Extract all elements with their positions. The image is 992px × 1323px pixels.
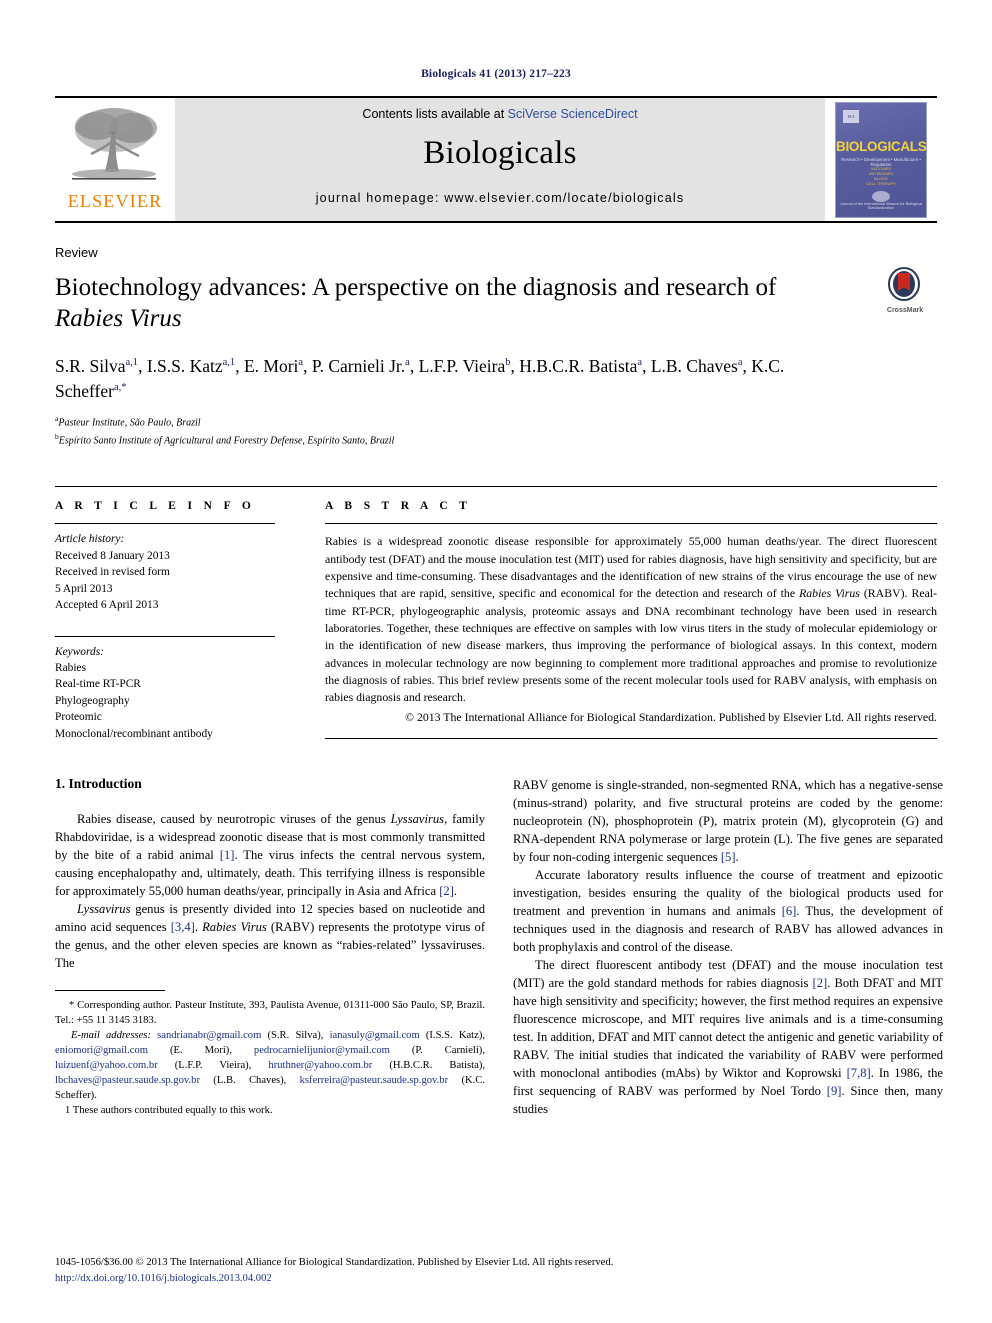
- keyword-item: Real-time RT-PCR: [55, 678, 141, 691]
- sciencedirect-link[interactable]: SciVerse ScienceDirect: [508, 107, 638, 121]
- keyword-item: Proteomic: [55, 711, 102, 724]
- crossmark-label: CrossMark: [886, 306, 924, 314]
- cover-footer: Journal of the International Alliance fo…: [840, 201, 922, 210]
- cover-seal-icon: [872, 190, 890, 202]
- footnote-emails: E-mail addresses: sandrianabr@gmail.com …: [55, 1028, 485, 1103]
- right-column: RABV genome is single-stranded, non-segm…: [513, 776, 943, 1118]
- history-label: Article history:: [55, 533, 125, 546]
- keyword-item: Phylogeography: [55, 694, 130, 707]
- history-item: 5 April 2013: [55, 582, 113, 595]
- elsevier-wordmark: ELSEVIER: [67, 191, 163, 211]
- history-item: Received 8 January 2013: [55, 549, 170, 562]
- article-info-column: A R T I C L E I N F O Article history: R…: [55, 500, 303, 742]
- keywords-label: Keywords:: [55, 645, 104, 658]
- abstract-text: Rabies is a widespread zoonotic disease …: [325, 533, 937, 706]
- abstract-divider: [325, 523, 937, 525]
- info-abstract-block: A R T I C L E I N F O Article history: R…: [55, 486, 937, 742]
- abstract-bottom-divider: [325, 738, 937, 740]
- email-owner: (P. Carnieli): [389, 1045, 483, 1057]
- email-link[interactable]: hruthner@yahoo.com.br: [268, 1060, 372, 1071]
- info-divider: [55, 523, 275, 525]
- page-footer: 1045-1056/$36.00 © 2013 The Internationa…: [55, 1255, 937, 1287]
- paragraph: RABV genome is single-stranded, non-segm…: [513, 778, 943, 865]
- paper-page: Biologicals 41 (2013) 217–223 ELSEVIER C…: [0, 0, 992, 1323]
- abstract-italic: Rabies Virus: [799, 586, 860, 601]
- left-column: 1. Introduction Rabies disease, caused b…: [55, 776, 485, 1118]
- email-link[interactable]: ianasuly@gmail.com: [330, 1030, 420, 1041]
- email-link[interactable]: sandrianabr@gmail.com: [157, 1030, 261, 1041]
- article-header: Review CrossMark Biotechnology advances:…: [55, 245, 937, 448]
- cover-title: BIOLOGICALS: [836, 138, 927, 154]
- paragraph: Accurate laboratory results influence th…: [513, 868, 943, 955]
- paragraph: The direct fluorescent antibody test (DF…: [513, 958, 944, 1117]
- author-list: S.R. Silvaa,1, I.S.S. Katza,1, E. Moria,…: [55, 356, 785, 402]
- keywords-list: Keywords: Rabies Real-time RT-PCR Phylog…: [55, 644, 275, 743]
- corresponding-author-text: * Corresponding author. Pasteur Institut…: [55, 1000, 485, 1027]
- footer-copyright: 1045-1056/$36.00 © 2013 The Internationa…: [55, 1257, 614, 1269]
- email-link[interactable]: eniomori@gmail.com: [55, 1045, 148, 1056]
- email-link[interactable]: luizuenf@yahoo.com.br: [55, 1060, 158, 1071]
- email-owner: (L.B. Chaves): [200, 1075, 284, 1087]
- running-head: Biologicals 41 (2013) 217–223: [421, 68, 571, 80]
- title-main: Biotechnology advances: A perspective on…: [55, 274, 777, 301]
- contents-prefix: Contents lists available at: [362, 107, 508, 121]
- email-owner: (S.R. Silva): [261, 1030, 321, 1042]
- equal-contribution-text: 1 These authors contributed equally to t…: [65, 1105, 273, 1117]
- email-owner: (E. Mori): [148, 1045, 230, 1057]
- email-link[interactable]: ksferreira@pasteur.saude.sp.gov.br: [300, 1075, 449, 1086]
- journal-masthead: ELSEVIER Contents lists available at Sci…: [55, 96, 937, 223]
- article-history: Article history: Received 8 January 2013…: [55, 531, 275, 613]
- affiliation-b: bEspírito Santo Institute of Agricultura…: [55, 431, 395, 446]
- keywords-divider: [55, 635, 275, 637]
- affiliation-b-text: Espírito Santo Institute of Agricultural…: [58, 434, 395, 446]
- cover-topic-lines: VACCINES ANTIBODIES BLOOD CELL THERAPY: [866, 165, 896, 186]
- journal-homepage[interactable]: journal homepage: www.elsevier.com/locat…: [316, 191, 685, 205]
- crossmark-badge[interactable]: CrossMark: [871, 267, 937, 319]
- contents-available-line: Contents lists available at SciVerse Sci…: [362, 107, 637, 121]
- article-type: Review: [55, 245, 98, 260]
- email-link[interactable]: lbchaves@pasteur.saude.sp.gov.br: [55, 1075, 200, 1086]
- journal-cover: ELS BIOLOGICALS Research • Development •…: [825, 98, 937, 221]
- abstract-heading: A B S T R A C T: [325, 500, 472, 513]
- journal-cover-image: ELS BIOLOGICALS Research • Development •…: [835, 101, 927, 218]
- history-item: Accepted 6 April 2013: [55, 599, 159, 612]
- email-owner: (L.F.P. Vieira): [157, 1060, 249, 1072]
- section-heading-introduction: 1. Introduction: [55, 776, 142, 792]
- footnote-equal-contribution: 1 These authors contributed equally to t…: [55, 1103, 485, 1118]
- affiliation-a-text: Pasteur Institute, São Paulo, Brazil: [58, 417, 201, 429]
- email-addresses-label: E-mail addresses:: [71, 1030, 151, 1042]
- history-item: Received in revised form: [55, 566, 170, 579]
- page-title: Biotechnology advances: A perspective on…: [55, 272, 825, 334]
- title-italic-part: Rabies Virus: [55, 305, 182, 332]
- email-owner: (H.B.C.R. Batista): [372, 1060, 483, 1072]
- affiliation-a: aPasteur Institute, São Paulo, Brazil: [55, 413, 201, 429]
- elsevier-logo: ELSEVIER: [55, 98, 175, 221]
- footer-doi[interactable]: http://dx.doi.org/10.1016/j.biologicals.…: [55, 1271, 937, 1287]
- email-owner: (I.S.S. Katz): [419, 1030, 483, 1042]
- paragraph: Rabies disease, caused by neurotropic vi…: [55, 812, 485, 899]
- footnote-corresponding-author: * Corresponding author. Pasteur Institut…: [55, 998, 485, 1028]
- keywords-block: Keywords: Rabies Real-time RT-PCR Phylog…: [55, 635, 275, 743]
- masthead-center: Contents lists available at SciVerse Sci…: [175, 98, 825, 221]
- journal-name: Biologicals: [423, 135, 577, 171]
- crossmark-icon: [888, 267, 920, 301]
- keyword-item: Rabies: [55, 661, 87, 674]
- keyword-item: Monoclonal/recombinant antibody: [55, 727, 213, 740]
- body-columns: 1. Introduction Rabies disease, caused b…: [55, 776, 943, 1118]
- paragraph: Lyssavirus genus is presently divided in…: [55, 902, 486, 971]
- cover-elsevier-mark: ELS: [843, 109, 859, 123]
- abstract-copyright: © 2013 The International Alliance for Bi…: [405, 709, 937, 724]
- email-link[interactable]: pedrocarnielijunior@ymail.com: [254, 1045, 390, 1056]
- article-info-heading: A R T I C L E I N F O: [55, 500, 256, 513]
- footnote-rule: [55, 990, 165, 992]
- elsevier-tree-icon: [72, 108, 157, 180]
- abstract-column: A B S T R A C T Rabies is a widespread z…: [303, 500, 937, 742]
- abstract-part-2: (RABV). Real-time RT-PCR, phylogeographi…: [325, 586, 938, 705]
